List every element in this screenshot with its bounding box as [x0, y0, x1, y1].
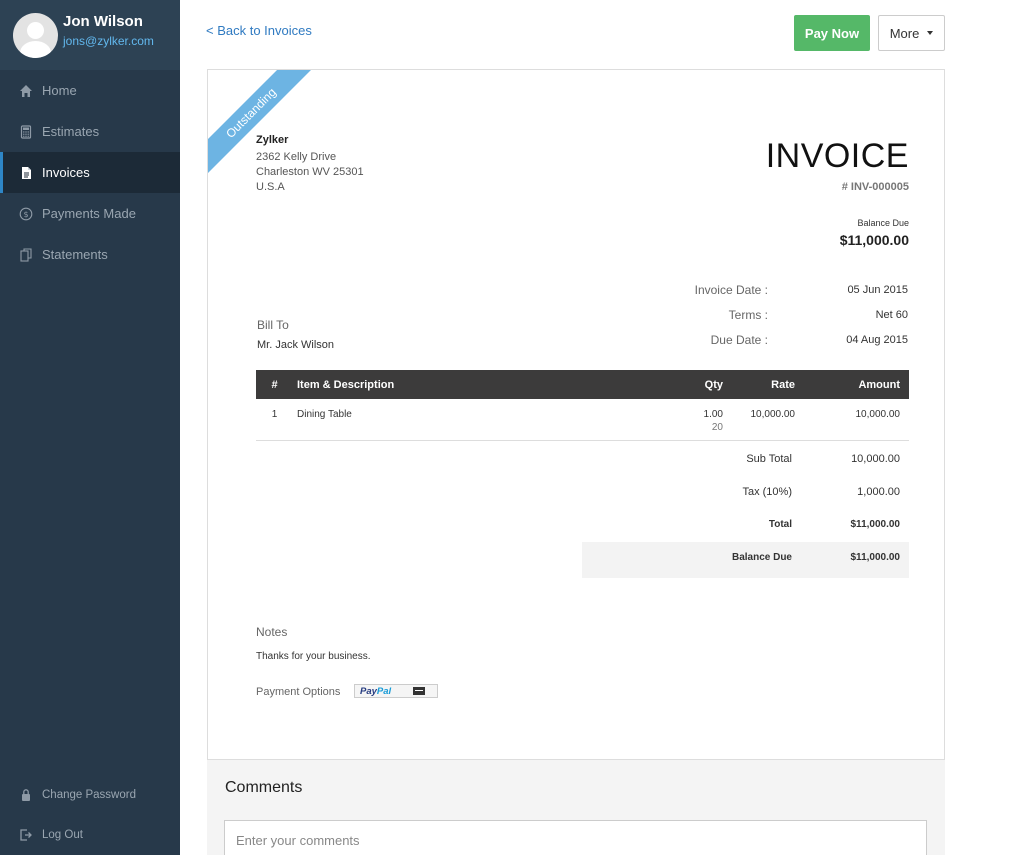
notes-label: Notes	[256, 625, 288, 639]
row-description: Dining Table	[293, 399, 653, 441]
org-name: Zylker	[256, 134, 289, 146]
balance-due-row-label: Balance Due	[731, 552, 792, 563]
invoice-date-label: Invoice Date :	[694, 283, 768, 297]
user-email: jons@zylker.com	[63, 34, 154, 48]
row-rate: 10,000.00	[723, 399, 795, 441]
sidebar-bottom-nav: Change Password Log Out	[0, 775, 180, 855]
paypal-logo-part1: Pay	[360, 685, 377, 697]
invoice-date-row: Invoice Date : 05 Jun 2015	[608, 283, 908, 299]
column-header-rate: Rate	[723, 370, 795, 399]
calculator-icon	[20, 124, 32, 139]
bill-to-label: Bill To	[257, 318, 289, 332]
terms-label: Terms :	[728, 308, 768, 322]
svg-text:$: $	[23, 210, 28, 219]
sidebar-item-label: Estimates	[42, 124, 100, 139]
home-icon	[20, 84, 32, 97]
lock-icon	[22, 789, 30, 801]
balance-due-row-value: $11,000.00	[850, 552, 901, 563]
more-dropdown-button[interactable]: More	[878, 15, 945, 51]
invoice-document: Outstanding Zylker 2362 Kelly Drive Char…	[207, 69, 945, 760]
paypal-logo-part2: Pal	[376, 685, 392, 697]
payment-options-label: Payment Options	[256, 686, 341, 698]
org-country: U.S.A	[256, 181, 285, 193]
sidebar-item-payments-made[interactable]: $ Payments Made	[0, 193, 180, 234]
column-header-amount: Amount	[795, 370, 909, 399]
copy-icon	[20, 247, 32, 262]
comments-input[interactable]	[224, 820, 927, 855]
invoice-title: INVOICE	[765, 137, 909, 175]
row-qty-sub: 20	[711, 422, 723, 433]
tax-row: Tax (10%) 1,000.00	[582, 476, 909, 512]
terms-value: Net 60	[875, 309, 908, 321]
sub-total-row: Sub Total 10,000.00	[582, 443, 909, 479]
change-password-link[interactable]: Change Password	[0, 775, 180, 815]
comments-section: Comments	[207, 760, 945, 855]
sidebar-item-label: Home	[42, 83, 77, 98]
back-to-invoices-link[interactable]: < Back to Invoices	[206, 23, 312, 38]
comments-title: Comments	[225, 779, 303, 796]
sidebar-item-estimates[interactable]: Estimates	[0, 111, 180, 152]
organization-address: Zylker 2362 Kelly Drive Charleston WV 25…	[256, 133, 364, 195]
org-address-line2: Charleston WV 25301	[256, 166, 364, 178]
document-icon	[22, 166, 31, 179]
tax-value: 1,000.00	[857, 486, 900, 498]
total-row: Total $11,000.00	[582, 509, 909, 545]
sidebar-item-invoices[interactable]: Invoices	[0, 152, 180, 193]
sidebar-item-label: Payments Made	[42, 206, 136, 221]
column-header-qty: Qty	[653, 370, 723, 399]
row-number: 1	[256, 399, 293, 441]
notes-text: Thanks for your business.	[256, 651, 371, 662]
total-value: $11,000.00	[850, 519, 901, 530]
table-header-row: # Item & Description Qty Rate Amount	[256, 370, 909, 399]
more-label: More	[889, 25, 920, 41]
balance-due-label: Balance Due	[857, 218, 909, 228]
sub-total-value: 10,000.00	[851, 453, 900, 465]
user-profile[interactable]: Jon Wilson jons@zylker.com	[0, 0, 180, 70]
row-qty-value: 1.00	[703, 409, 723, 420]
log-out-label: Log Out	[42, 829, 83, 841]
sidebar-item-label: Invoices	[42, 165, 90, 180]
bill-to-name: Mr. Jack Wilson	[257, 339, 335, 351]
tax-label: Tax (10%)	[742, 486, 792, 498]
total-label: Total	[768, 519, 792, 530]
line-items-table: # Item & Description Qty Rate Amount 1 D…	[256, 370, 909, 441]
invoice-date-value: 05 Jun 2015	[847, 284, 908, 296]
column-header-item: Item & Description	[293, 370, 653, 399]
org-address-line1: 2362 Kelly Drive	[256, 151, 337, 163]
sub-total-label: Sub Total	[746, 453, 792, 465]
credit-card-icon	[413, 687, 426, 695]
sidebar: Jon Wilson jons@zylker.com Home Estimate…	[0, 0, 180, 855]
sidebar-item-label: Statements	[42, 247, 108, 262]
paypal-payment-option[interactable]: Pay Pal	[354, 684, 438, 698]
balance-due-row: Balance Due $11,000.00	[582, 542, 909, 578]
sidebar-nav: Home Estimates Invoices $ Payments Made …	[0, 70, 180, 275]
row-amount: 10,000.00	[795, 399, 909, 441]
caret-down-icon	[927, 31, 934, 35]
balance-due-amount: $11,000.00	[839, 232, 909, 248]
logout-icon	[20, 829, 32, 841]
due-date-row: Due Date : 04 Aug 2015	[608, 333, 908, 349]
change-password-label: Change Password	[42, 789, 136, 801]
terms-row: Terms : Net 60	[608, 308, 908, 324]
column-header-number: #	[256, 370, 293, 399]
user-name: Jon Wilson	[63, 13, 143, 30]
invoice-number: # INV-000005	[841, 181, 909, 193]
main-content: < Back to Invoices Pay Now More Outstand…	[180, 0, 1017, 855]
table-row: 1 Dining Table 1.00 20 10,000.00 10,000.…	[256, 399, 909, 441]
sidebar-item-home[interactable]: Home	[0, 70, 180, 111]
sidebar-item-statements[interactable]: Statements	[0, 234, 180, 275]
due-date-value: 04 Aug 2015	[846, 334, 908, 346]
due-date-label: Due Date :	[710, 333, 768, 347]
dollar-circle-icon: $	[19, 207, 33, 220]
row-qty: 1.00 20	[653, 399, 723, 441]
pay-now-button[interactable]: Pay Now	[794, 15, 870, 51]
avatar	[13, 12, 58, 58]
log-out-link[interactable]: Log Out	[0, 815, 180, 855]
